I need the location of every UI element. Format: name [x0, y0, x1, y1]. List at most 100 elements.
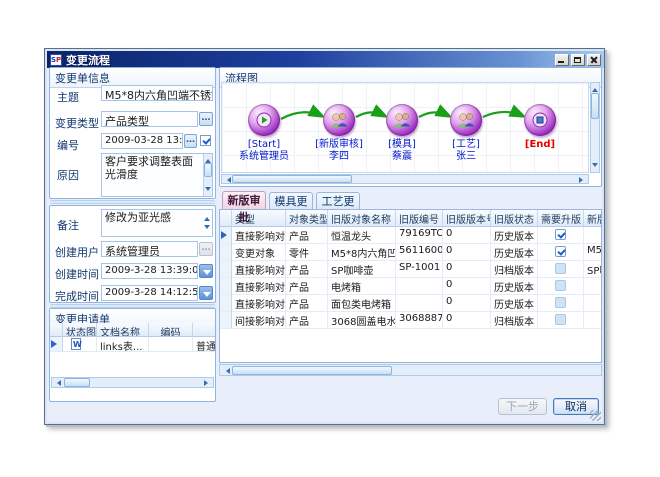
- current-row-arrow-icon: [221, 231, 231, 239]
- number-input[interactable]: 2009-03-28 13:39:01: [101, 133, 183, 149]
- col-old-status[interactable]: 旧版状态: [491, 210, 538, 227]
- table-row[interactable]: 直接影响对象 产品 电烤箱 0 历史版本: [220, 278, 601, 295]
- flow-node-mold[interactable]: [386, 104, 418, 136]
- app-icon: SP: [50, 54, 62, 66]
- flowchart-hscrollbar[interactable]: [221, 174, 589, 184]
- spin-down-icon[interactable]: [204, 225, 210, 232]
- scroll-right-icon[interactable]: [579, 177, 586, 183]
- window-title: 变更流程: [66, 52, 110, 68]
- upgrade-checkbox[interactable]: [555, 229, 566, 240]
- number-checkbox[interactable]: [200, 135, 211, 146]
- users-icon: [456, 111, 476, 129]
- flow-node-end-label: [End]: [495, 139, 585, 151]
- col-old-version[interactable]: 旧版版本号: [443, 210, 491, 227]
- table-row[interactable]: 直接影响对象 产品 面包类电烤箱 0 历史版本: [220, 295, 601, 312]
- rf-col-docname[interactable]: 文档名称: [97, 323, 149, 337]
- resize-grip[interactable]: [590, 410, 601, 421]
- title-bar[interactable]: SP 变更流程: [47, 51, 604, 68]
- table-row[interactable]: 间接影响对象 产品 3068圆盖电水壶 3068887 0 归档版本: [220, 312, 601, 329]
- upgrade-checkbox[interactable]: [555, 280, 566, 291]
- table-row[interactable]: 变更对象 零件 M5*8内六角凹... 5611600 0 历史版本 M5*8: [220, 244, 601, 261]
- create-time-dropdown-button[interactable]: [199, 264, 213, 278]
- next-button: 下一步: [498, 398, 547, 415]
- upgrade-checkbox[interactable]: [555, 263, 566, 274]
- number-picker-button[interactable]: …: [184, 134, 197, 148]
- subject-label: 主题: [57, 89, 79, 105]
- col-obj-type[interactable]: 对象类型: [286, 210, 328, 227]
- scroll-right-icon[interactable]: [204, 380, 211, 386]
- finish-time-dropdown-button[interactable]: [199, 286, 213, 300]
- table-horizontal-scrollbar[interactable]: [219, 364, 602, 376]
- tab-new-version-approval[interactable]: 新版审批: [222, 191, 266, 209]
- rf-row-indicator: [50, 337, 63, 352]
- col-old-name[interactable]: 旧版对象名称: [328, 210, 396, 227]
- ellipsis-icon: …: [186, 135, 195, 145]
- flowchart-vscrollbar[interactable]: [590, 82, 600, 173]
- rf-col-code[interactable]: 编码: [149, 323, 193, 337]
- scroll-up-icon[interactable]: [205, 156, 211, 163]
- rf-extra-cell[interactable]: 普通: [193, 337, 215, 352]
- change-type-picker-button[interactable]: …: [199, 112, 213, 126]
- creator-picker-button: …: [199, 242, 213, 256]
- creator-input[interactable]: 系统管理员: [101, 241, 198, 257]
- maximize-icon: [574, 57, 581, 63]
- reason-textarea[interactable]: 客户要求调整表面光滑度: [101, 153, 213, 197]
- flowchart-canvas[interactable]: [Start]系统管理员 [新版审核]李四 [模具]蔡震: [221, 82, 589, 173]
- tab-mold-change[interactable]: 模具更改: [269, 192, 313, 210]
- ellipsis-icon: …: [202, 113, 211, 123]
- scroll-up-icon[interactable]: [592, 85, 598, 92]
- notes-label: 备注: [57, 217, 79, 233]
- users-icon: [329, 111, 349, 129]
- notes-text: 修改为亚光感: [105, 211, 171, 224]
- current-row-arrow-icon: [51, 340, 61, 348]
- creator-label: 创建用户: [55, 244, 99, 260]
- subject-input[interactable]: M5*8内六角凹端不锈钢紧固螺钉: [101, 85, 213, 101]
- finish-time-label: 完成时间: [55, 288, 99, 304]
- table-row[interactable]: 直接影响对象 产品 SP咖啡壶 SP-1001 0 归档版本 SP咖: [220, 261, 601, 278]
- minimize-button[interactable]: [555, 54, 569, 66]
- table-row[interactable]: 直接影响对象 产品 恒温龙头 79169TC 0 历史版本: [220, 227, 601, 244]
- rf-indicator-header: [50, 323, 63, 337]
- maximize-button[interactable]: [571, 54, 585, 66]
- rf-col-status[interactable]: 状态图: [63, 323, 97, 337]
- users-icon: [392, 111, 412, 129]
- flow-node-craft[interactable]: [450, 104, 482, 136]
- rf-status-cell[interactable]: [63, 337, 97, 352]
- reason-label: 原因: [57, 167, 79, 183]
- create-time-input[interactable]: 2009-3-28 13:39:01: [101, 263, 198, 279]
- minimize-icon: [558, 61, 564, 63]
- play-icon: [256, 112, 272, 128]
- upgrade-checkbox[interactable]: [555, 297, 566, 308]
- scroll-left-icon[interactable]: [224, 177, 231, 183]
- col-old-code[interactable]: 旧版编号: [396, 210, 443, 227]
- rf-docname-cell[interactable]: links表...: [97, 337, 149, 352]
- scroll-left-icon[interactable]: [223, 368, 230, 374]
- rf-code-cell[interactable]: [149, 337, 193, 352]
- change-type-input[interactable]: 产品类型: [101, 111, 198, 127]
- flow-node-end[interactable]: [524, 104, 556, 136]
- tab-craft-change[interactable]: 工艺更改: [316, 192, 360, 210]
- rf-horizontal-scrollbar[interactable]: [51, 377, 214, 388]
- notes-textarea[interactable]: 修改为亚光感: [101, 209, 213, 237]
- scroll-down-icon[interactable]: [592, 163, 598, 170]
- upgrade-checkbox[interactable]: [555, 314, 566, 325]
- col-need-upgrade[interactable]: 需要升版: [538, 210, 584, 227]
- col-new[interactable]: 新版: [584, 210, 602, 227]
- scroll-down-icon[interactable]: [205, 187, 211, 194]
- stop-icon: [532, 112, 548, 128]
- flow-node-review[interactable]: [323, 104, 355, 136]
- finish-time-input[interactable]: 2009-3-28 14:12:50: [101, 285, 198, 301]
- spin-up-icon[interactable]: [204, 214, 210, 221]
- reason-scrollbar[interactable]: [203, 154, 212, 196]
- scroll-left-icon[interactable]: [54, 380, 61, 386]
- splitter-horizontal[interactable]: [50, 200, 215, 204]
- ellipsis-icon: …: [202, 243, 211, 253]
- close-button[interactable]: [587, 54, 601, 66]
- change-process-dialog: SP 变更流程 变更单信息 主题 M5*8内六角凹端不锈钢紧固螺钉 变更类型 产…: [44, 48, 605, 425]
- number-label: 编号: [57, 137, 79, 153]
- upgrade-checkbox[interactable]: [555, 246, 566, 257]
- flow-node-start[interactable]: [248, 104, 280, 136]
- impact-objects-table: 类型 对象类型 旧版对象名称 旧版编号 旧版版本号 旧版状态 需要升版 新版 直…: [219, 209, 602, 363]
- word-doc-icon: [71, 338, 81, 350]
- change-type-label: 变更类型: [55, 115, 99, 131]
